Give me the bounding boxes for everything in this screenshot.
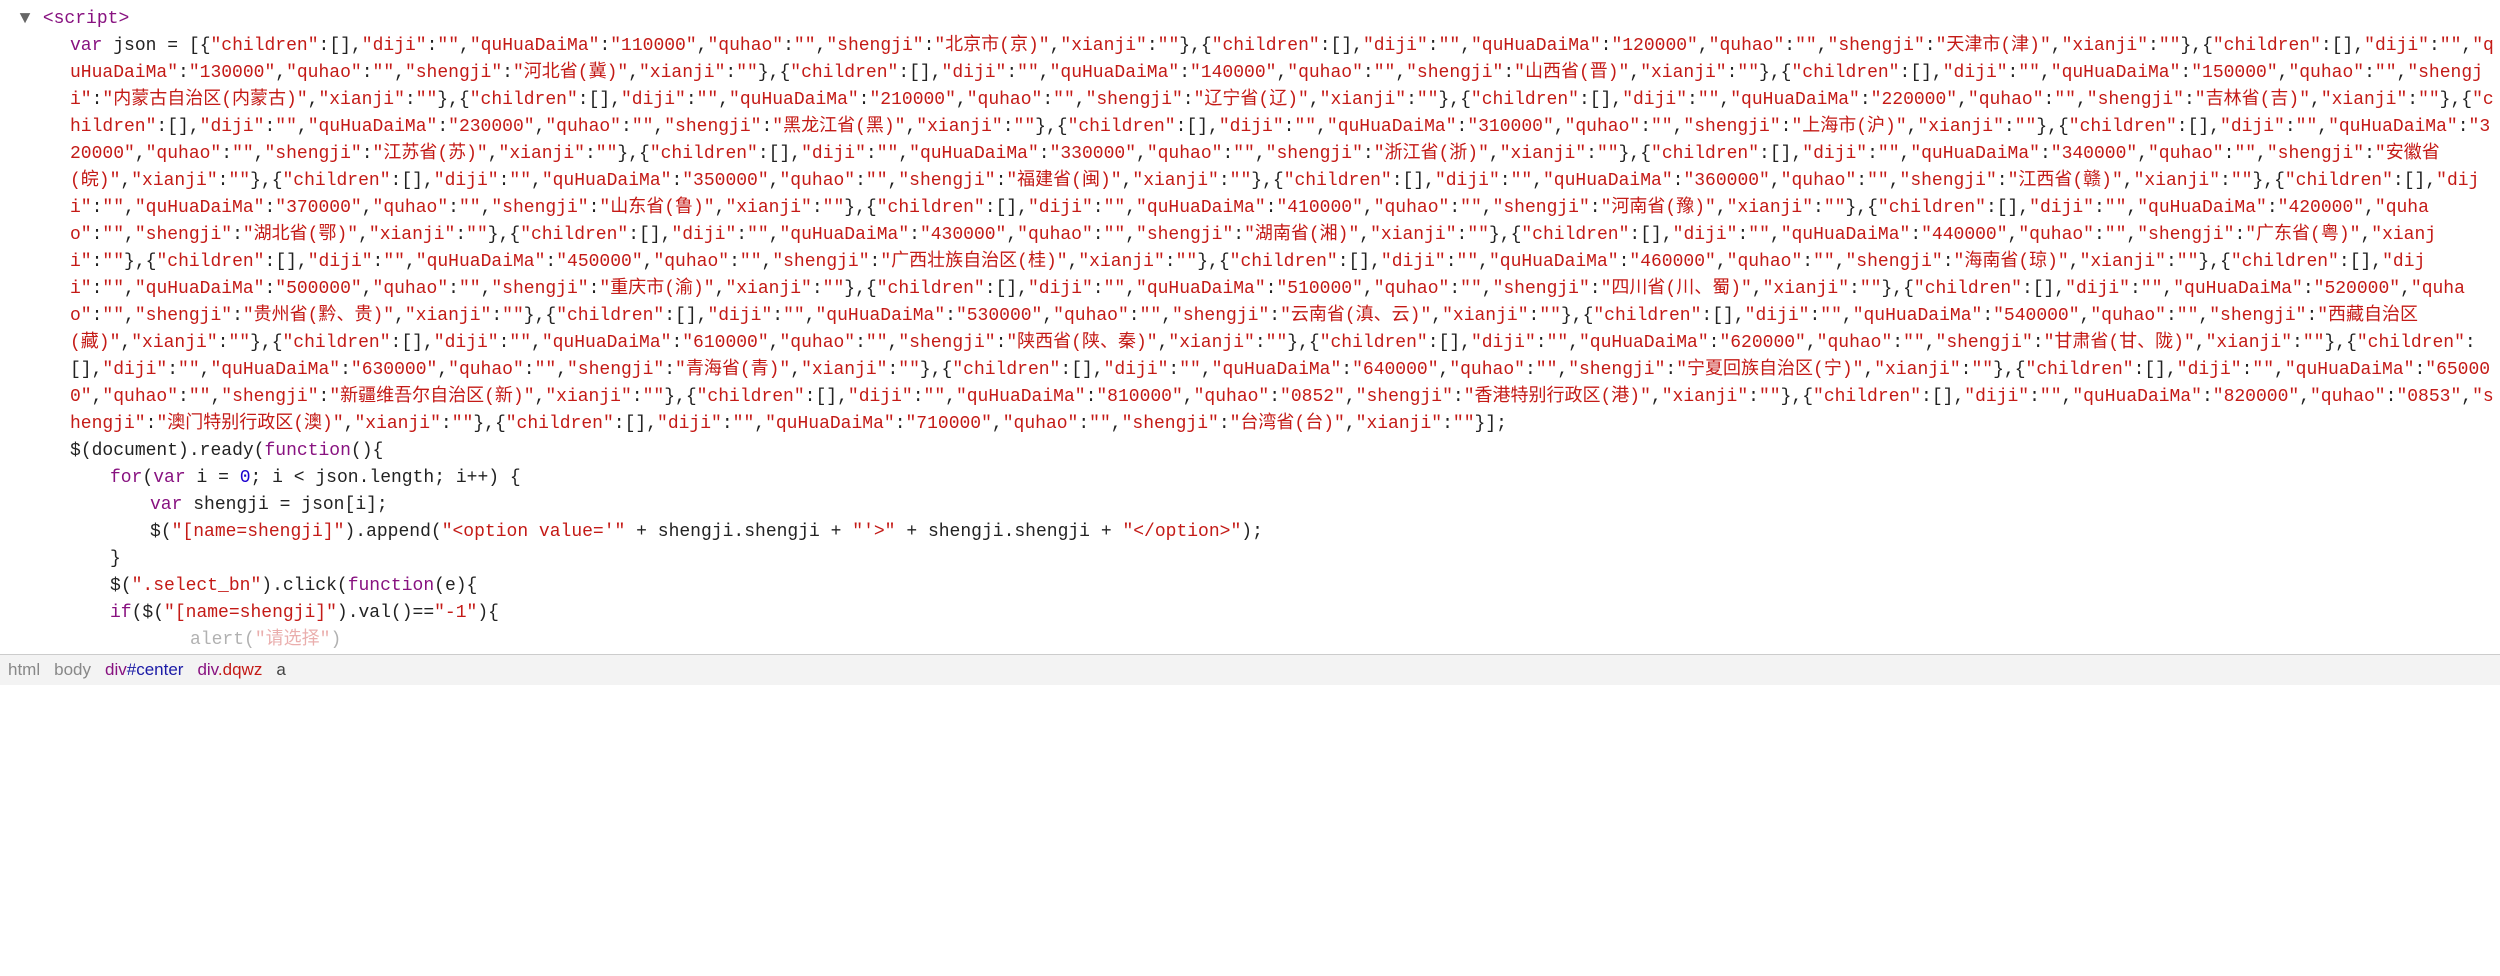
code-var-shengji[interactable]: var shengji = json[i];: [0, 492, 2500, 519]
crumb-div-dqwz[interactable]: div.dqwz: [197, 657, 262, 683]
json-decl-block[interactable]: var json = [{"children":[],"diji":"","qu…: [0, 33, 2500, 438]
crumb-a[interactable]: a: [276, 657, 285, 683]
code-for-close[interactable]: }: [0, 546, 2500, 573]
tag-script: script: [54, 9, 119, 29]
crumb-div-center[interactable]: div#center: [105, 657, 183, 683]
crumb-html[interactable]: html: [8, 657, 40, 683]
crumb-body[interactable]: body: [54, 657, 91, 683]
script-open-line[interactable]: ▼ <script>: [0, 6, 2500, 33]
code-ready-open[interactable]: $(document).ready(function(){: [0, 438, 2500, 465]
breadcrumb[interactable]: html body div#center div.dqwz a: [0, 654, 2500, 685]
code-if-open[interactable]: if($("[name=shengji]").val()=="-1"){: [0, 600, 2500, 627]
code-area[interactable]: ▼ <script> var json = [{"children":[],"d…: [0, 0, 2500, 654]
code-alert-partial[interactable]: alert("请选择"): [0, 627, 2500, 654]
code-click-open[interactable]: $(".select_bn").click(function(e){: [0, 573, 2500, 600]
expand-arrow-icon[interactable]: ▼: [18, 6, 32, 33]
code-append[interactable]: $("[name=shengji]").append("<option valu…: [0, 519, 2500, 546]
code-for-open[interactable]: for(var i = 0; i < json.length; i++) {: [0, 465, 2500, 492]
